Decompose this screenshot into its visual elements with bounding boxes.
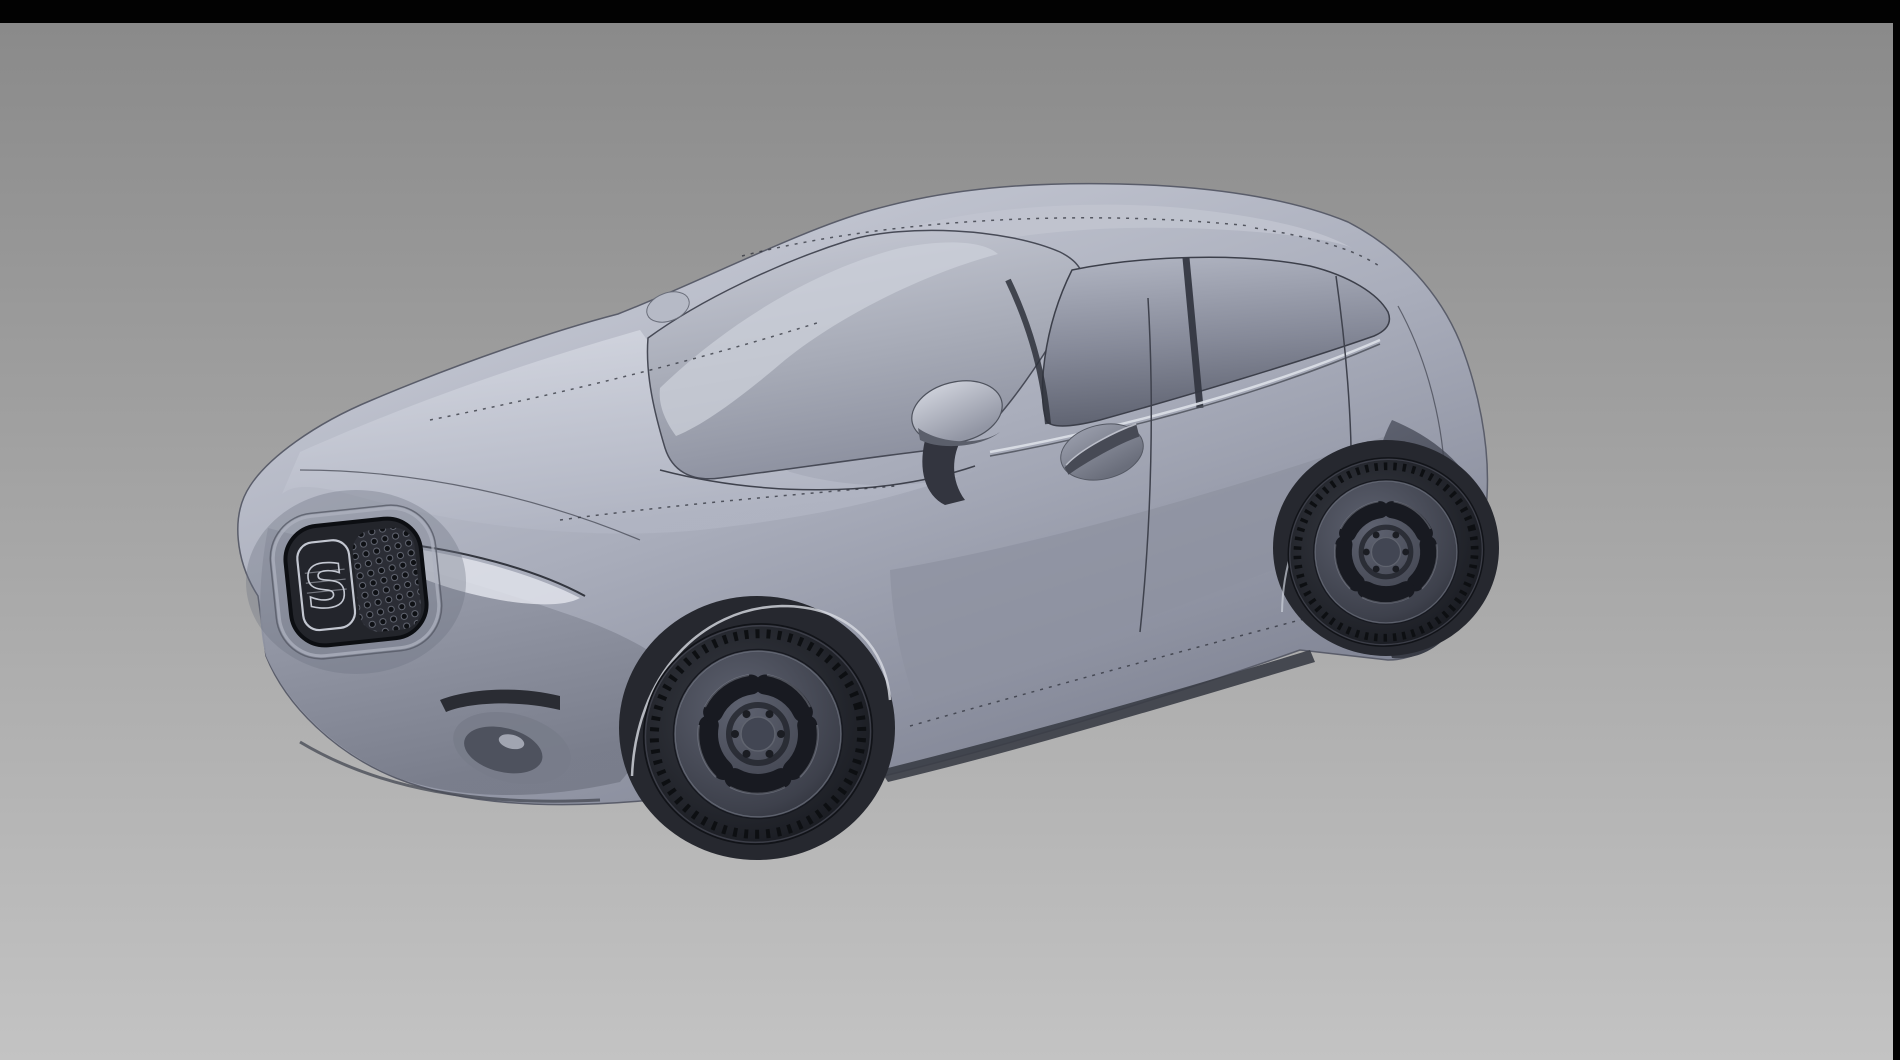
3d-viewport-canvas[interactable]: S: [0, 0, 1900, 1060]
top-bar: [0, 0, 1900, 23]
badge-letter: S: [301, 550, 351, 624]
grille-mesh: [351, 526, 423, 634]
seat-badge: S: [296, 539, 357, 632]
application-window: S: [0, 0, 1900, 1060]
right-strip: [1893, 0, 1900, 1060]
